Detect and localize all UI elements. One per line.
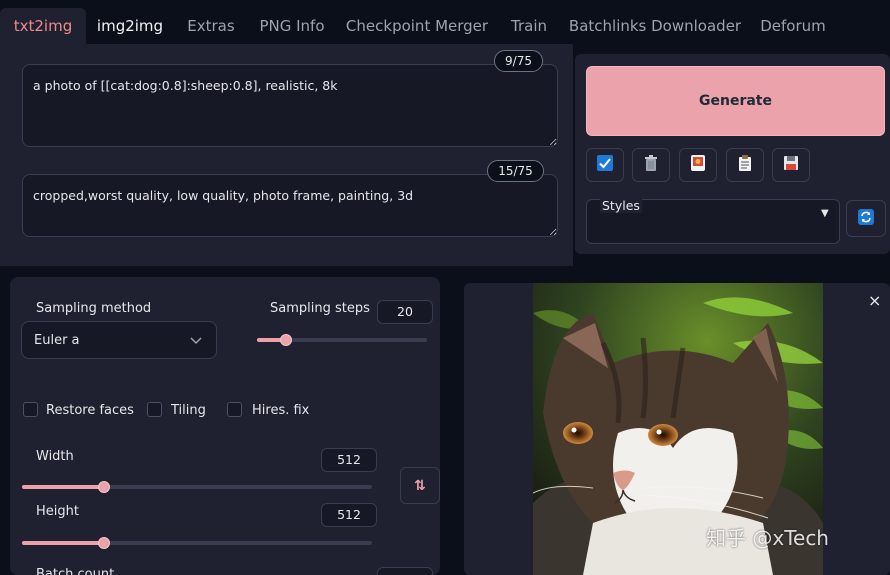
- height-input[interactable]: 512: [321, 503, 377, 527]
- tool-button-image[interactable]: [679, 148, 717, 182]
- tab-img2img[interactable]: img2img: [86, 8, 174, 44]
- negative-prompt-input[interactable]: [22, 174, 558, 237]
- watermark: 知乎 @xTech: [706, 526, 829, 550]
- tab-png-info[interactable]: PNG Info: [252, 8, 332, 44]
- sampling-method-value: Euler a: [34, 333, 80, 348]
- sampling-steps-input[interactable]: 20: [377, 300, 433, 324]
- tab-bar: txt2img img2img Extras PNG Info Checkpoi…: [0, 0, 890, 50]
- batch-count-input[interactable]: [377, 567, 433, 575]
- sampling-steps-label: Sampling steps: [270, 301, 370, 316]
- width-label: Width: [36, 449, 74, 464]
- chevron-down-icon: ▼: [821, 208, 829, 219]
- swap-dimensions-button[interactable]: ⇅: [400, 467, 440, 504]
- tool-button-save[interactable]: [772, 148, 810, 182]
- clipboard-icon: [736, 154, 754, 176]
- trash-icon: [642, 154, 660, 176]
- close-icon[interactable]: ×: [868, 291, 881, 310]
- positive-token-counter: 9/75: [494, 50, 543, 72]
- chevron-down-icon: [190, 334, 202, 349]
- tool-button-clipboard[interactable]: [726, 148, 764, 182]
- prompt-panel: 9/75 15/75: [0, 44, 573, 266]
- sampling-steps-slider[interactable]: [257, 334, 427, 346]
- tab-extras[interactable]: Extras: [178, 8, 244, 44]
- save-icon: [782, 154, 800, 176]
- restore-faces-label: Restore faces: [46, 403, 134, 418]
- width-slider-fill: [22, 485, 104, 489]
- tool-button-trash[interactable]: [632, 148, 670, 182]
- positive-prompt-input[interactable]: [22, 64, 558, 147]
- width-input[interactable]: 512: [321, 448, 377, 472]
- tab-batchlinks-downloader[interactable]: Batchlinks Downloader: [568, 8, 742, 44]
- batch-count-label: Batch count: [36, 567, 115, 575]
- generate-button[interactable]: Generate: [586, 66, 885, 136]
- restore-faces-checkbox[interactable]: [23, 402, 38, 417]
- styles-dropdown[interactable]: Styles ▼: [586, 198, 840, 244]
- width-slider[interactable]: [22, 481, 372, 493]
- sampling-steps-slider-thumb[interactable]: [280, 334, 292, 346]
- height-label: Height: [36, 504, 79, 519]
- tab-train[interactable]: Train: [502, 8, 556, 44]
- sampling-method-label: Sampling method: [36, 301, 152, 316]
- height-slider-thumb[interactable]: [98, 537, 110, 549]
- tab-txt2img[interactable]: txt2img: [0, 8, 86, 44]
- styles-label: Styles: [600, 198, 642, 213]
- height-slider[interactable]: [22, 537, 372, 549]
- sampling-method-select[interactable]: Euler a: [21, 321, 217, 359]
- height-slider-fill: [22, 541, 104, 545]
- tool-button-checkbox[interactable]: [586, 148, 624, 182]
- hires-fix-checkbox[interactable]: [227, 402, 242, 417]
- swap-icon: ⇅: [414, 477, 426, 494]
- image-icon: [689, 154, 707, 176]
- width-slider-thumb[interactable]: [98, 481, 110, 493]
- tab-deforum[interactable]: Deforum: [752, 8, 834, 44]
- negative-token-counter: 15/75: [487, 160, 544, 182]
- refresh-styles-button[interactable]: [846, 200, 886, 237]
- refresh-icon: [857, 208, 875, 230]
- settings-panel: Sampling method Euler a Sampling steps 2…: [10, 277, 440, 575]
- tiling-checkbox[interactable]: [147, 402, 162, 417]
- tab-checkpoint-merger[interactable]: Checkpoint Merger: [342, 8, 492, 44]
- tiling-label: Tiling: [171, 403, 206, 418]
- checkbox-icon: [596, 154, 614, 176]
- hires-fix-label: Hires. fix: [252, 403, 310, 418]
- generate-panel: Generate Styles ▼: [575, 54, 890, 254]
